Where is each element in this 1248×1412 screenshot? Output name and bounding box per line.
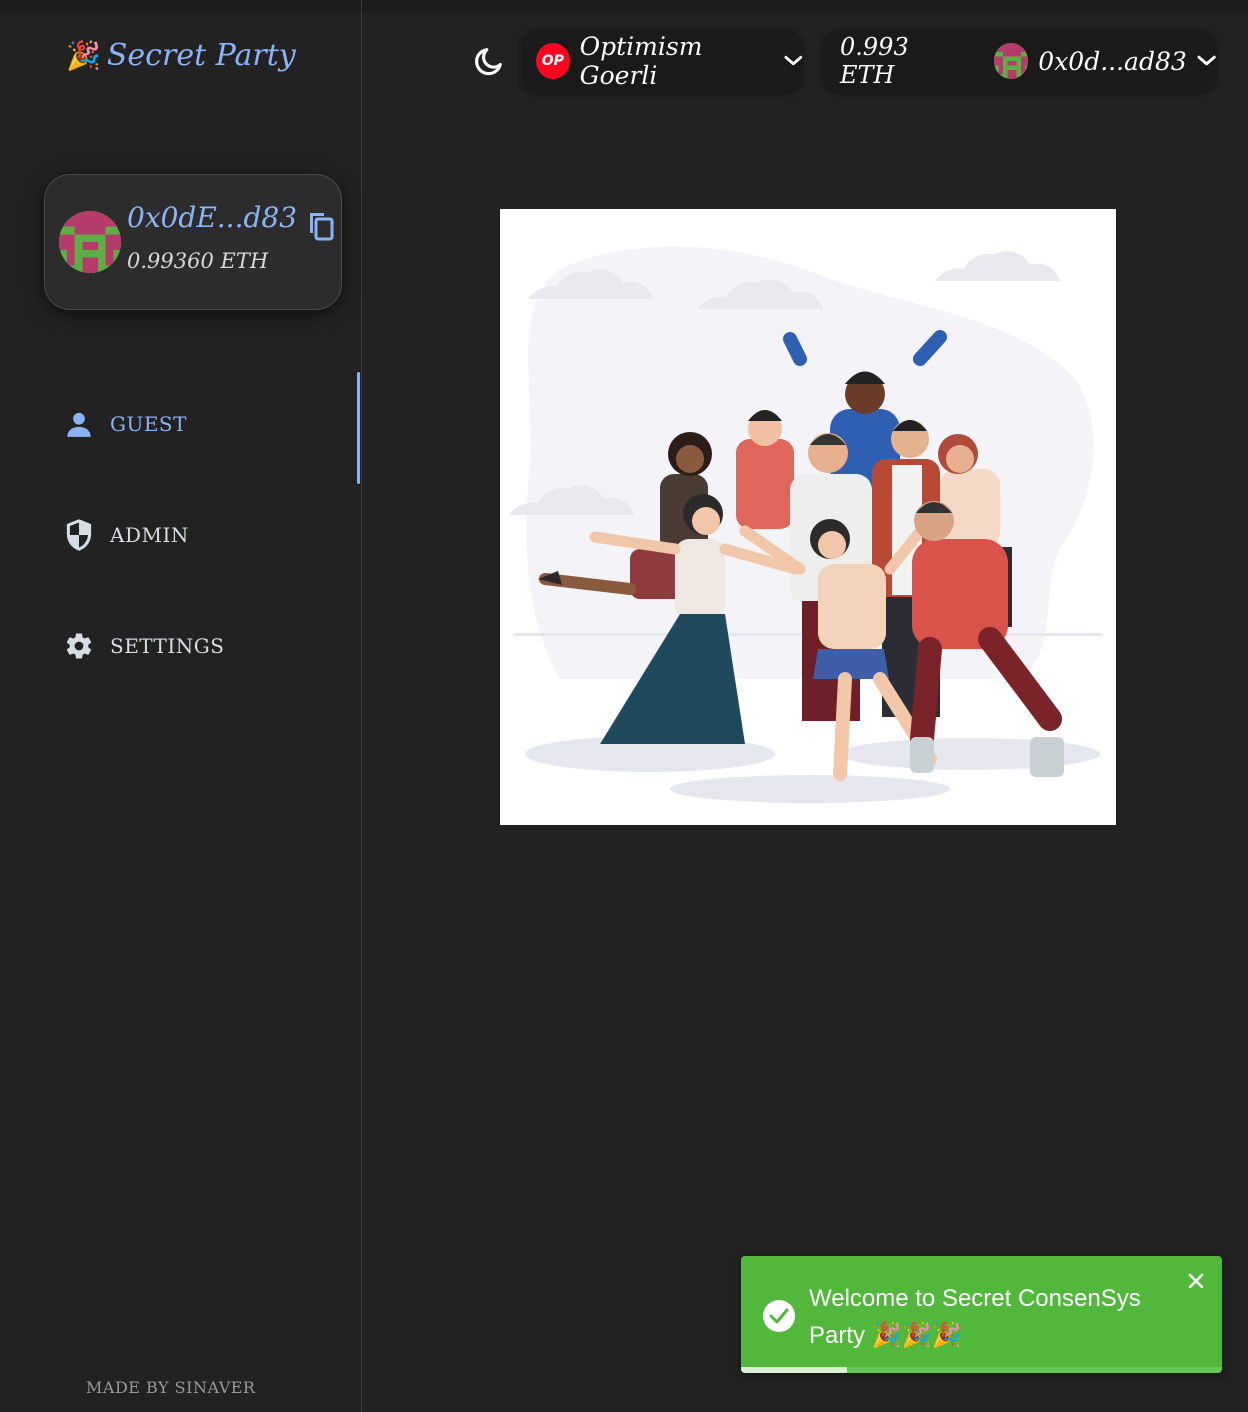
- toast-progress-bar: [741, 1367, 847, 1373]
- sidebar-item-label: GUEST: [110, 412, 187, 436]
- party-popper-icon: 🎉: [66, 39, 101, 72]
- app-logo[interactable]: 🎉 Secret Party: [66, 38, 296, 73]
- close-icon[interactable]: [1187, 1272, 1205, 1290]
- party-illustration: [500, 209, 1116, 825]
- account-card: 0x0dE...d83 0.99360 ETH: [44, 174, 342, 310]
- person-icon: [64, 408, 94, 440]
- success-toast: Welcome to Secret ConsenSys Party 🎉🎉🎉: [741, 1256, 1222, 1373]
- active-indicator: [357, 372, 360, 484]
- wallet-account-button[interactable]: 0.993 ETH 0x0d...ad83: [822, 30, 1216, 92]
- shield-icon: [64, 519, 94, 551]
- wallet-balance: 0.993 ETH: [840, 33, 909, 89]
- sidebar-item-settings[interactable]: SETTINGS: [64, 630, 224, 662]
- sidebar-item-guest[interactable]: GUEST: [64, 408, 187, 440]
- copy-icon[interactable]: [307, 209, 335, 241]
- check-circle-icon: [763, 1300, 795, 1332]
- wallet-avatar-icon: [993, 43, 1029, 79]
- sidebar: 🎉 Secret Party 0x0dE...d83 0.99360 ETH G…: [0, 0, 362, 1412]
- gear-icon: [64, 630, 94, 662]
- toast-message: Welcome to Secret ConsenSys Party 🎉🎉🎉: [809, 1285, 1141, 1349]
- moon-icon[interactable]: [472, 44, 506, 78]
- wallet-address: 0x0d...ad83: [1038, 46, 1187, 76]
- avatar-identicon: [59, 211, 121, 273]
- sidebar-item-label: ADMIN: [110, 523, 189, 547]
- account-balance: 0.99360 ETH: [127, 249, 269, 273]
- app-title: Secret Party: [106, 38, 296, 73]
- optimism-logo-icon: OP: [536, 43, 570, 79]
- account-address: 0x0dE...d83: [127, 201, 298, 234]
- sidebar-item-label: SETTINGS: [110, 634, 225, 658]
- chevron-down-icon: [1197, 55, 1216, 66]
- sidebar-item-admin[interactable]: ADMIN: [64, 519, 189, 551]
- network-selector-button[interactable]: OP Optimism Goerli: [521, 30, 803, 92]
- footer-credit: MADE BY SINAVER: [86, 1378, 256, 1397]
- network-name: Optimism Goerli: [579, 32, 703, 90]
- chevron-down-icon: [784, 55, 803, 66]
